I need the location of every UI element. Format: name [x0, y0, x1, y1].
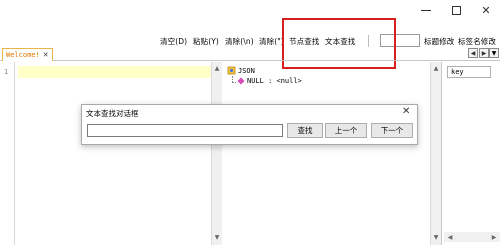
scroll-left-icon[interactable]: ◀	[445, 232, 455, 242]
json-root-icon	[227, 66, 236, 75]
scroll-up-icon[interactable]: ▲	[431, 63, 441, 73]
tree-guide-line	[232, 82, 236, 83]
tab-label: Welcome!	[6, 51, 40, 59]
tree-root-label: JSON	[238, 66, 255, 75]
text-editor[interactable]: 1 ▲ ▼	[0, 62, 222, 245]
title-edit-button[interactable]: 标题修改	[424, 36, 454, 47]
minimize-icon	[421, 9, 431, 11]
tab-welcome[interactable]: Welcome! ✕	[2, 48, 53, 61]
tab-close-icon[interactable]: ✕	[43, 51, 49, 59]
close-window-button[interactable]: ✕	[471, 2, 500, 18]
editor-scrollbar[interactable]: ▲ ▼	[211, 62, 222, 245]
property-hscrollbar[interactable]: ◀ ▶	[444, 232, 500, 242]
text-search-dialog: 文本查找对话框 ✕ 查找 上一个 下一个	[81, 104, 418, 145]
dialog-close-icon[interactable]: ✕	[402, 106, 410, 117]
find-next-button[interactable]: 下一个	[371, 123, 413, 138]
scroll-down-icon[interactable]: ▼	[212, 232, 222, 242]
scroll-right-icon[interactable]: ▶	[489, 232, 499, 242]
paste-button[interactable]: 粘贴(Y)	[193, 36, 219, 47]
close-icon: ✕	[481, 3, 491, 17]
minimize-button[interactable]	[411, 2, 441, 18]
find-previous-button[interactable]: 上一个	[325, 123, 367, 138]
json-tree: JSON NULL : <null> ▲ ▼	[224, 62, 442, 245]
tab-dropdown-icon[interactable]: ▼	[489, 48, 499, 58]
tree-child-label: NULL : <null>	[247, 77, 302, 85]
scroll-up-icon[interactable]: ▲	[212, 63, 222, 73]
find-button[interactable]: 查找	[287, 123, 323, 138]
clear-newline-button[interactable]: 清除(\n)	[225, 36, 254, 47]
line-number: 1	[4, 68, 9, 76]
tab-next-icon[interactable]: ▶	[479, 48, 489, 58]
tab-prev-icon[interactable]: ◀	[468, 48, 478, 58]
maximize-button[interactable]	[441, 2, 471, 18]
scroll-down-icon[interactable]: ▼	[431, 232, 441, 242]
tree-child-node[interactable]: NULL : <null>	[237, 77, 302, 85]
sign-edit-button[interactable]: 标签名修改	[458, 36, 496, 47]
maximize-icon	[451, 5, 461, 15]
null-value-icon	[237, 77, 245, 85]
title-bar: ✕	[0, 0, 500, 22]
tab-nav: ◀ ▶	[468, 48, 489, 59]
tree-root-node[interactable]: JSON	[227, 66, 255, 75]
property-panel: key	[444, 62, 500, 245]
dialog-title: 文本查找对话框	[86, 109, 139, 118]
key-column-header[interactable]: key	[447, 66, 491, 78]
tree-scrollbar[interactable]: ▲ ▼	[430, 62, 441, 245]
clear-quote-button[interactable]: 清除(")	[259, 36, 284, 47]
search-input[interactable]	[87, 124, 283, 137]
line-gutter: 1	[0, 62, 15, 245]
tab-strip: Welcome! ✕ ◀ ▶	[0, 47, 500, 61]
clear-button[interactable]: 清空(D)	[160, 36, 187, 47]
current-line-highlight	[18, 66, 211, 78]
